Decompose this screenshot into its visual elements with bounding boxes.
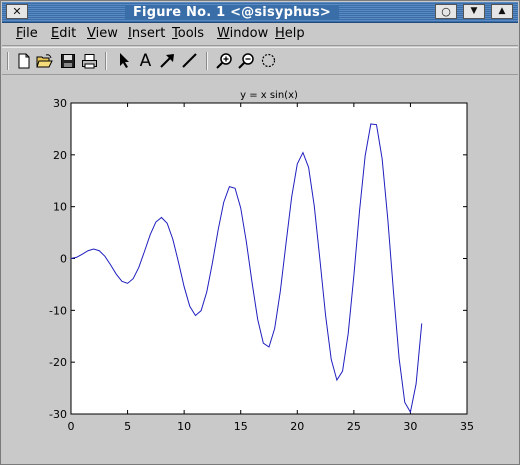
x-tick-label: 25: [347, 420, 361, 433]
toolbar: A: [2, 47, 518, 75]
open-folder-icon: [36, 53, 53, 67]
select-tool-button[interactable]: [114, 51, 133, 70]
toolbar-separator: [7, 52, 9, 70]
zoom-out-button[interactable]: [237, 51, 256, 70]
menu-view[interactable]: View: [87, 26, 118, 41]
menu-bar: File Edit View Insert Tools Window Help: [2, 23, 518, 46]
y-tick-label: 0: [60, 253, 67, 266]
menu-tools[interactable]: Tools: [172, 26, 204, 41]
close-button[interactable]: ✕: [6, 4, 28, 19]
menu-edit[interactable]: Edit: [51, 26, 76, 41]
circle-button[interactable]: ○: [435, 4, 457, 19]
menu-view-label: iew: [95, 26, 118, 41]
select-arrow-icon: [119, 53, 129, 68]
toolbar-separator: [105, 52, 107, 70]
figure-window: ✕ Figure No. 1 <@sisyphus> ○ ▼ ▲ File Ed…: [0, 0, 520, 465]
print-button[interactable]: [80, 51, 99, 70]
figure-canvas: y = x sin(x) 0 5 10 15 20 25 30 35 -30 -20 -10 0 10 2…: [2, 75, 518, 463]
x-tick-label: 15: [234, 420, 248, 433]
triangle-down-icon: ▼: [470, 6, 478, 16]
chart-title: y = x sin(x): [240, 90, 298, 101]
menu-tools-label: ools: [177, 26, 205, 41]
save-icon: [60, 53, 75, 68]
insert-arrow-button[interactable]: [158, 51, 177, 70]
menu-window[interactable]: Window: [217, 26, 268, 41]
insert-arrow-icon: [160, 54, 174, 68]
menu-insert[interactable]: Insert: [128, 26, 165, 41]
circle-icon: ○: [441, 5, 451, 18]
axes-area[interactable]: [70, 102, 468, 415]
menu-help-label: elp: [284, 26, 305, 41]
menu-help[interactable]: Help: [275, 26, 305, 41]
x-tick-label: 35: [460, 420, 474, 433]
x-tick-label: 5: [124, 420, 131, 433]
menu-edit-label: dit: [59, 26, 77, 41]
open-file-button[interactable]: [35, 51, 54, 70]
triangle-up-icon: ▲: [498, 6, 506, 16]
maximize-button[interactable]: ▲: [491, 4, 513, 19]
line-chart: y = x sin(x) 0 5 10 15 20 25 30 35 -30 -20 -10 0 10 2…: [49, 90, 474, 433]
x-tick-label: 20: [290, 420, 304, 433]
menu-file-label: ile: [22, 26, 38, 41]
y-tick-label: -10: [49, 304, 67, 317]
rotate-3d-button[interactable]: [259, 51, 278, 70]
y-tick-label: 10: [53, 201, 67, 214]
rotate-3d-icon: [261, 53, 276, 68]
zoom-out-icon: [238, 53, 254, 69]
y-tick-label: -20: [49, 356, 67, 369]
menu-view-mnemonic: V: [87, 26, 96, 41]
menu-window-mnemonic: W: [217, 26, 230, 41]
menu-file[interactable]: File: [16, 26, 38, 41]
x-tick-label: 30: [403, 420, 417, 433]
menu-window-label: indow: [229, 26, 269, 41]
insert-text-icon: A: [139, 50, 152, 71]
minimize-button[interactable]: ▼: [463, 4, 485, 19]
zoom-in-button[interactable]: [215, 51, 234, 70]
x-tick-label: 10: [177, 420, 191, 433]
menu-edit-mnemonic: E: [51, 26, 60, 41]
y-tick-label: 30: [53, 97, 67, 110]
y-tick-label: -30: [49, 408, 67, 421]
insert-text-button[interactable]: A: [136, 50, 155, 71]
window-title-container: Figure No. 1 <@sisyphus>: [38, 4, 426, 20]
menu-insert-label: nsert: [131, 26, 166, 41]
close-icon: ✕: [12, 5, 22, 18]
y-tick-label: 20: [53, 149, 67, 162]
new-file-icon: [18, 53, 29, 68]
print-icon: [82, 53, 97, 68]
insert-line-button[interactable]: [180, 51, 199, 70]
save-button[interactable]: [58, 51, 77, 70]
zoom-in-icon: [216, 53, 232, 69]
toolbar-separator: [206, 52, 208, 70]
menu-help-mnemonic: H: [275, 26, 285, 41]
x-tick-label: 0: [68, 420, 75, 433]
window-title: Figure No. 1 <@sisyphus>: [124, 4, 340, 20]
title-bar[interactable]: ✕ Figure No. 1 <@sisyphus> ○ ▼ ▲: [2, 2, 518, 23]
insert-line-icon: [182, 53, 197, 68]
new-figure-button[interactable]: [14, 51, 33, 70]
